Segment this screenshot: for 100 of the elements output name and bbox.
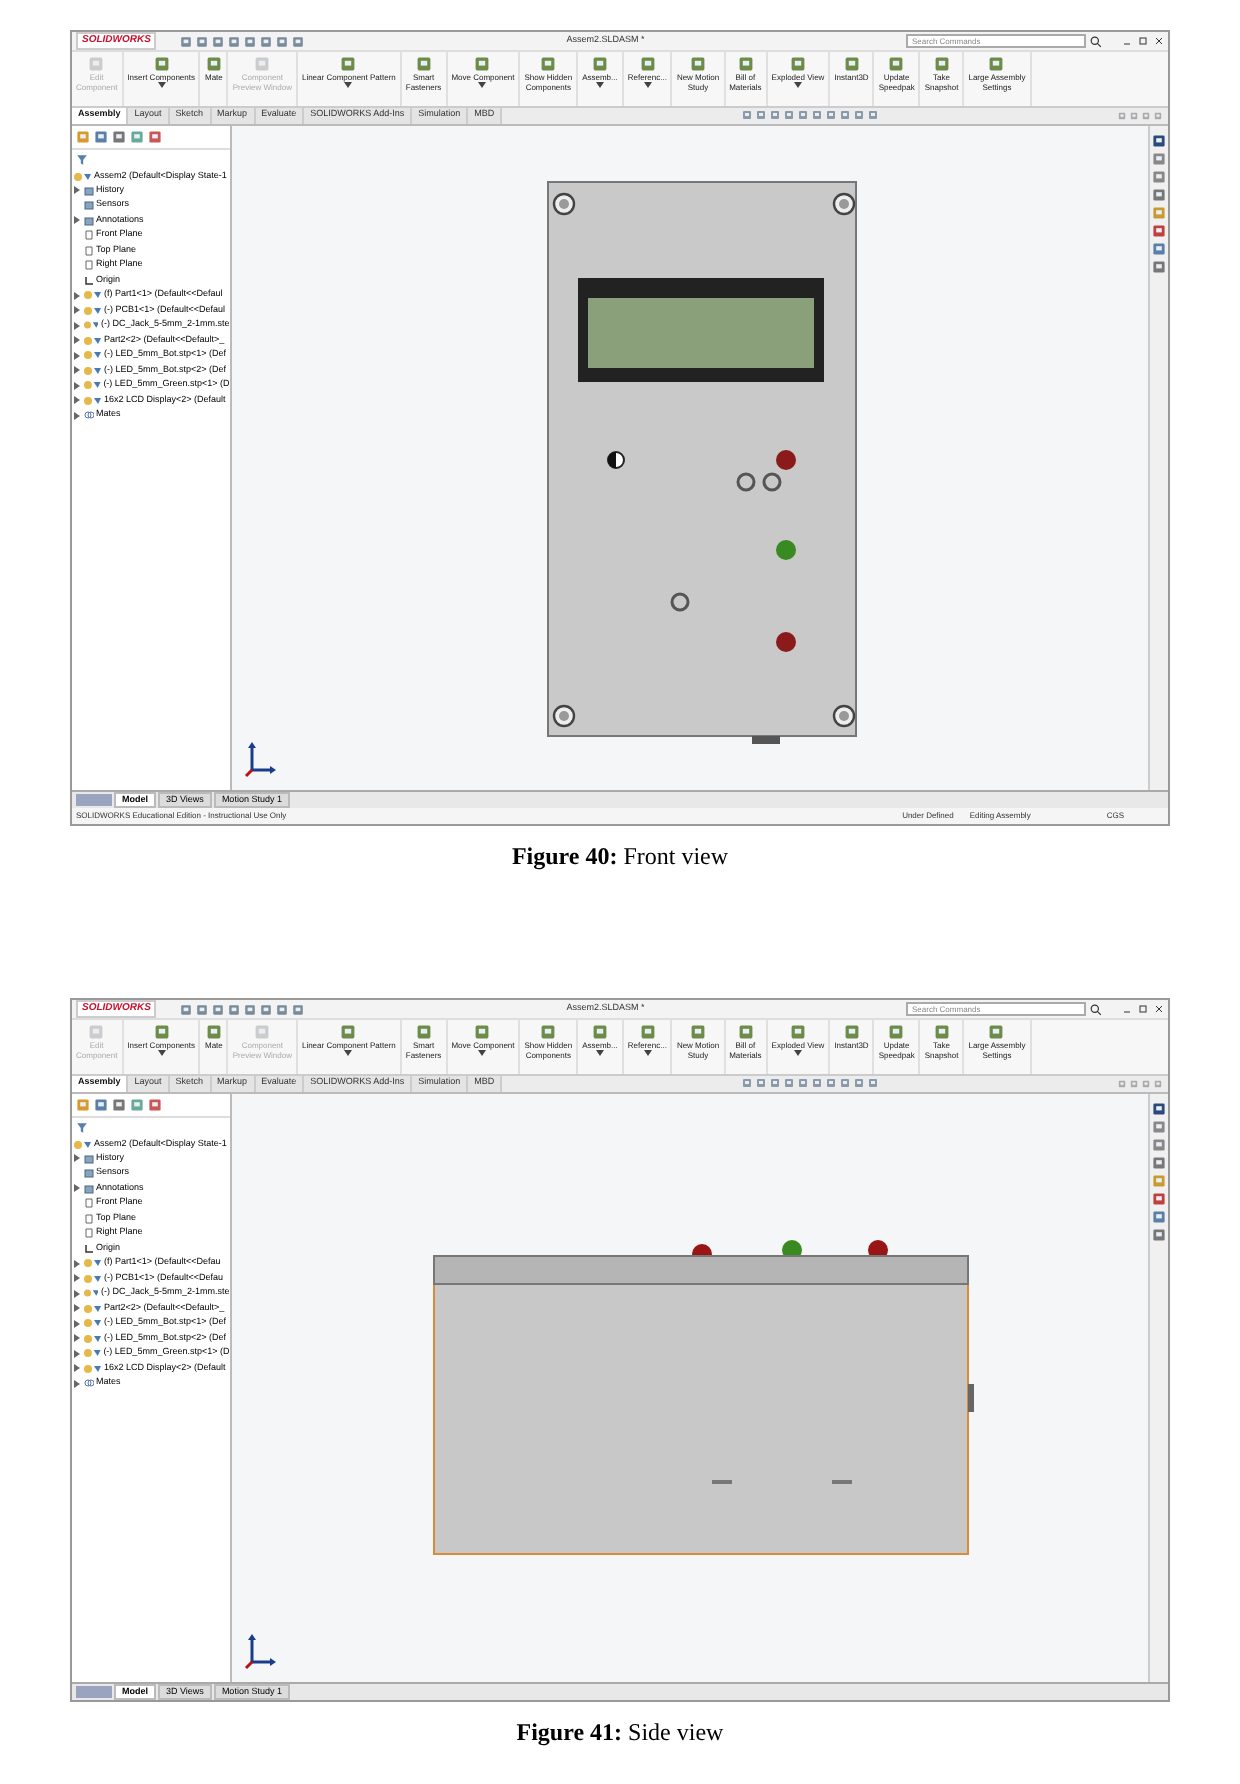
expand-arrow-icon[interactable] xyxy=(74,216,80,225)
toolbar-icon[interactable] xyxy=(292,35,305,47)
window-control-icon[interactable] xyxy=(1118,1079,1126,1088)
command-icon[interactable] xyxy=(988,56,1005,72)
command-icon[interactable] xyxy=(415,1024,432,1040)
toolbar-icon[interactable] xyxy=(180,35,193,47)
panel-tab-icon[interactable] xyxy=(112,1097,126,1112)
view-tool-icon[interactable] xyxy=(854,110,865,121)
command-icon[interactable] xyxy=(737,1024,754,1040)
command-icon[interactable] xyxy=(789,1024,806,1040)
command-icon[interactable] xyxy=(153,56,170,72)
view-tool-icon[interactable] xyxy=(770,1078,781,1089)
search-icon[interactable] xyxy=(1090,1003,1102,1015)
command-icon[interactable] xyxy=(474,56,491,72)
task-pane-icon[interactable] xyxy=(1152,1155,1167,1170)
toolbar-icon[interactable] xyxy=(196,1003,209,1015)
view-tool-icon[interactable] xyxy=(826,110,837,121)
task-pane-icon[interactable] xyxy=(1152,223,1167,238)
panel-tab-icon[interactable] xyxy=(94,129,108,144)
view-tool-icon[interactable] xyxy=(756,110,767,121)
panel-tab-icon[interactable] xyxy=(76,1097,90,1112)
maximize-icon[interactable] xyxy=(1138,1004,1148,1014)
view-tool-icon[interactable] xyxy=(868,110,879,121)
command-icon[interactable] xyxy=(340,1024,357,1040)
task-pane-icon[interactable] xyxy=(1152,1227,1167,1242)
window-control-icon[interactable] xyxy=(1154,111,1162,120)
command-icon[interactable] xyxy=(690,56,706,72)
task-pane-icon[interactable] xyxy=(1152,241,1167,256)
toolbar-icon[interactable] xyxy=(180,1003,193,1015)
maximize-icon[interactable] xyxy=(1138,36,1148,46)
toolbar-icon[interactable] xyxy=(244,1003,257,1015)
panel-tab-icon[interactable] xyxy=(148,129,162,144)
expand-arrow-icon[interactable] xyxy=(74,1184,80,1193)
command-icon[interactable] xyxy=(737,56,754,72)
command-icon[interactable] xyxy=(888,56,905,72)
command-icon[interactable] xyxy=(789,56,806,72)
panel-tab-icon[interactable] xyxy=(76,129,90,144)
view-tool-icon[interactable] xyxy=(840,1078,851,1089)
toolbar-icon[interactable] xyxy=(212,1003,225,1015)
command-icon[interactable] xyxy=(843,56,860,72)
task-pane-icon[interactable] xyxy=(1152,1209,1167,1224)
command-icon[interactable] xyxy=(474,1024,491,1040)
task-pane-icon[interactable] xyxy=(1152,1101,1167,1116)
search-icon[interactable] xyxy=(1090,35,1102,47)
window-control-icon[interactable] xyxy=(1130,111,1138,120)
view-tool-icon[interactable] xyxy=(798,1078,809,1089)
toolbar-icon[interactable] xyxy=(212,35,225,47)
toolbar-icon[interactable] xyxy=(228,1003,241,1015)
command-icon[interactable] xyxy=(988,1024,1005,1040)
panel-tab-icon[interactable] xyxy=(112,129,126,144)
command-icon[interactable] xyxy=(205,1024,222,1040)
command-icon[interactable] xyxy=(888,1024,905,1040)
panel-tab-icon[interactable] xyxy=(130,1097,144,1112)
task-pane-icon[interactable] xyxy=(1152,259,1167,274)
task-pane-icon[interactable] xyxy=(1152,133,1167,148)
panel-tab-icon[interactable] xyxy=(94,1097,108,1112)
task-pane-icon[interactable] xyxy=(1152,1191,1167,1206)
window-control-icon[interactable] xyxy=(1130,1079,1138,1088)
command-icon[interactable] xyxy=(639,1024,656,1040)
command-icon[interactable] xyxy=(540,56,557,72)
view-tool-icon[interactable] xyxy=(854,1078,865,1089)
window-control-icon[interactable] xyxy=(1154,1079,1162,1088)
command-icon[interactable] xyxy=(205,56,222,72)
view-tool-icon[interactable] xyxy=(742,1078,753,1089)
view-tool-icon[interactable] xyxy=(798,110,809,121)
toolbar-icon[interactable] xyxy=(292,1003,305,1015)
command-icon[interactable] xyxy=(153,1024,170,1040)
toolbar-icon[interactable] xyxy=(244,35,257,47)
view-tool-icon[interactable] xyxy=(784,1078,795,1089)
window-control-icon[interactable] xyxy=(1118,111,1126,120)
toolbar-icon[interactable] xyxy=(260,35,273,47)
view-tool-icon[interactable] xyxy=(812,110,823,121)
view-tool-icon[interactable] xyxy=(868,1078,879,1089)
command-icon[interactable] xyxy=(340,56,357,72)
command-icon[interactable] xyxy=(933,1024,950,1040)
command-icon[interactable] xyxy=(843,1024,860,1040)
panel-tab-icon[interactable] xyxy=(148,1097,162,1112)
command-icon[interactable] xyxy=(690,1024,706,1040)
task-pane-icon[interactable] xyxy=(1152,187,1167,202)
view-tool-icon[interactable] xyxy=(756,1078,767,1089)
toolbar-icon[interactable] xyxy=(196,35,209,47)
window-control-icon[interactable] xyxy=(1142,1079,1150,1088)
toolbar-icon[interactable] xyxy=(228,35,241,47)
command-icon[interactable] xyxy=(639,56,656,72)
view-tool-icon[interactable] xyxy=(826,1078,837,1089)
toolbar-icon[interactable] xyxy=(276,35,289,47)
command-icon[interactable] xyxy=(591,1024,608,1040)
close-icon[interactable] xyxy=(1154,1004,1164,1014)
expand-arrow-icon[interactable] xyxy=(74,1154,80,1163)
command-icon[interactable] xyxy=(415,56,432,72)
command-icon[interactable] xyxy=(933,56,950,72)
toolbar-icon[interactable] xyxy=(276,1003,289,1015)
window-control-icon[interactable] xyxy=(1142,111,1150,120)
filter-icon[interactable] xyxy=(76,153,88,166)
view-tool-icon[interactable] xyxy=(784,110,795,121)
filter-icon[interactable] xyxy=(76,1121,88,1134)
panel-tab-icon[interactable] xyxy=(130,129,144,144)
view-tool-icon[interactable] xyxy=(812,1078,823,1089)
expand-arrow-icon[interactable] xyxy=(74,186,80,195)
command-icon[interactable] xyxy=(540,1024,557,1040)
